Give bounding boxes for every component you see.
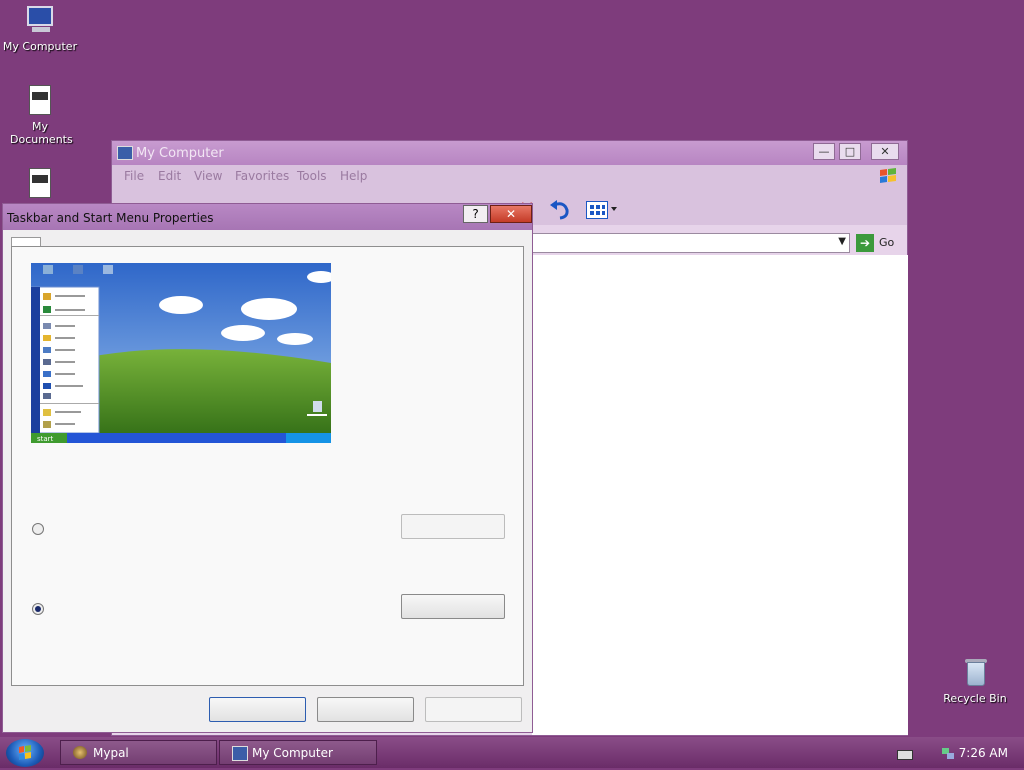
keyboard-icon[interactable] <box>897 750 913 760</box>
window-title: My Computer <box>136 146 224 161</box>
menu-bar: File Edit View Favorites Tools Help <box>112 165 907 187</box>
recycle-bin-icon <box>959 656 991 688</box>
ok-button[interactable] <box>209 697 306 722</box>
chevron-down-icon[interactable] <box>611 207 617 211</box>
window-title-bar[interactable]: My Computer — □ ✕ <box>112 141 907 165</box>
windows-logo-icon <box>880 168 896 183</box>
taskbar-properties-dialog[interactable]: Taskbar and Start Menu Properties ? ✕ st… <box>2 203 533 733</box>
computer-icon <box>232 746 248 761</box>
menu-help[interactable]: Help <box>340 169 367 183</box>
preview-start-label: start <box>37 435 54 443</box>
desktop-icon-label: Recycle Bin <box>943 692 1007 705</box>
mypal-icon <box>73 746 87 759</box>
views-icon[interactable] <box>586 201 608 219</box>
chevron-down-icon[interactable]: ▼ <box>838 236 846 247</box>
customize-button-2[interactable] <box>401 594 505 619</box>
desktop-icon-my-documents[interactable]: My Documents <box>0 84 80 146</box>
close-button[interactable]: ✕ <box>871 143 899 160</box>
windows-logo-icon <box>19 745 31 760</box>
taskbar: Mypal My Computer 7:26 AM <box>0 737 1024 768</box>
go-button[interactable]: ➔ Go <box>854 233 902 253</box>
radio-option-1[interactable] <box>32 523 44 535</box>
menu-tools[interactable]: Tools <box>297 169 327 183</box>
cancel-button[interactable] <box>317 697 414 722</box>
dialog-title-bar[interactable]: Taskbar and Start Menu Properties ? ✕ <box>3 204 532 230</box>
computer-icon <box>117 146 133 160</box>
document-icon <box>24 167 56 199</box>
tab-panel: start <box>11 246 524 686</box>
dialog-title: Taskbar and Start Menu Properties <box>7 211 214 225</box>
customize-button-1 <box>401 514 505 539</box>
arrow-right-icon: ➔ <box>856 234 874 252</box>
help-button[interactable]: ? <box>463 205 488 223</box>
computer-icon <box>24 4 56 36</box>
taskbar-item-mypal[interactable]: Mypal <box>60 740 217 765</box>
apply-button <box>425 697 522 722</box>
start-menu-preview: start <box>31 263 331 443</box>
maximize-button[interactable]: □ <box>839 143 861 160</box>
menu-edit[interactable]: Edit <box>158 169 181 183</box>
clock[interactable]: 7:26 AM <box>959 746 1008 760</box>
desktop-icon-document[interactable] <box>0 167 80 203</box>
minimize-button[interactable]: — <box>813 143 835 160</box>
start-button[interactable] <box>6 739 44 767</box>
undo-icon[interactable] <box>548 199 572 221</box>
radio-option-2[interactable] <box>32 603 44 615</box>
desktop-icon-label: My Documents <box>10 120 73 146</box>
taskbar-item-my-computer[interactable]: My Computer <box>219 740 377 765</box>
menu-view[interactable]: View <box>194 169 222 183</box>
desktop-icon-label: My Computer <box>2 40 78 53</box>
address-bar[interactable]: ▼ <box>532 233 850 253</box>
documents-icon <box>24 84 56 116</box>
go-label: Go <box>879 236 895 249</box>
network-icon[interactable] <box>941 746 955 759</box>
desktop-icon-recycle-bin[interactable]: Recycle Bin <box>935 656 1015 705</box>
window-content <box>532 255 908 735</box>
desktop-icon-my-computer[interactable]: My Computer <box>0 4 80 53</box>
menu-favorites[interactable]: Favorites <box>235 169 289 183</box>
close-button[interactable]: ✕ <box>490 205 532 223</box>
menu-file[interactable]: File <box>124 169 144 183</box>
